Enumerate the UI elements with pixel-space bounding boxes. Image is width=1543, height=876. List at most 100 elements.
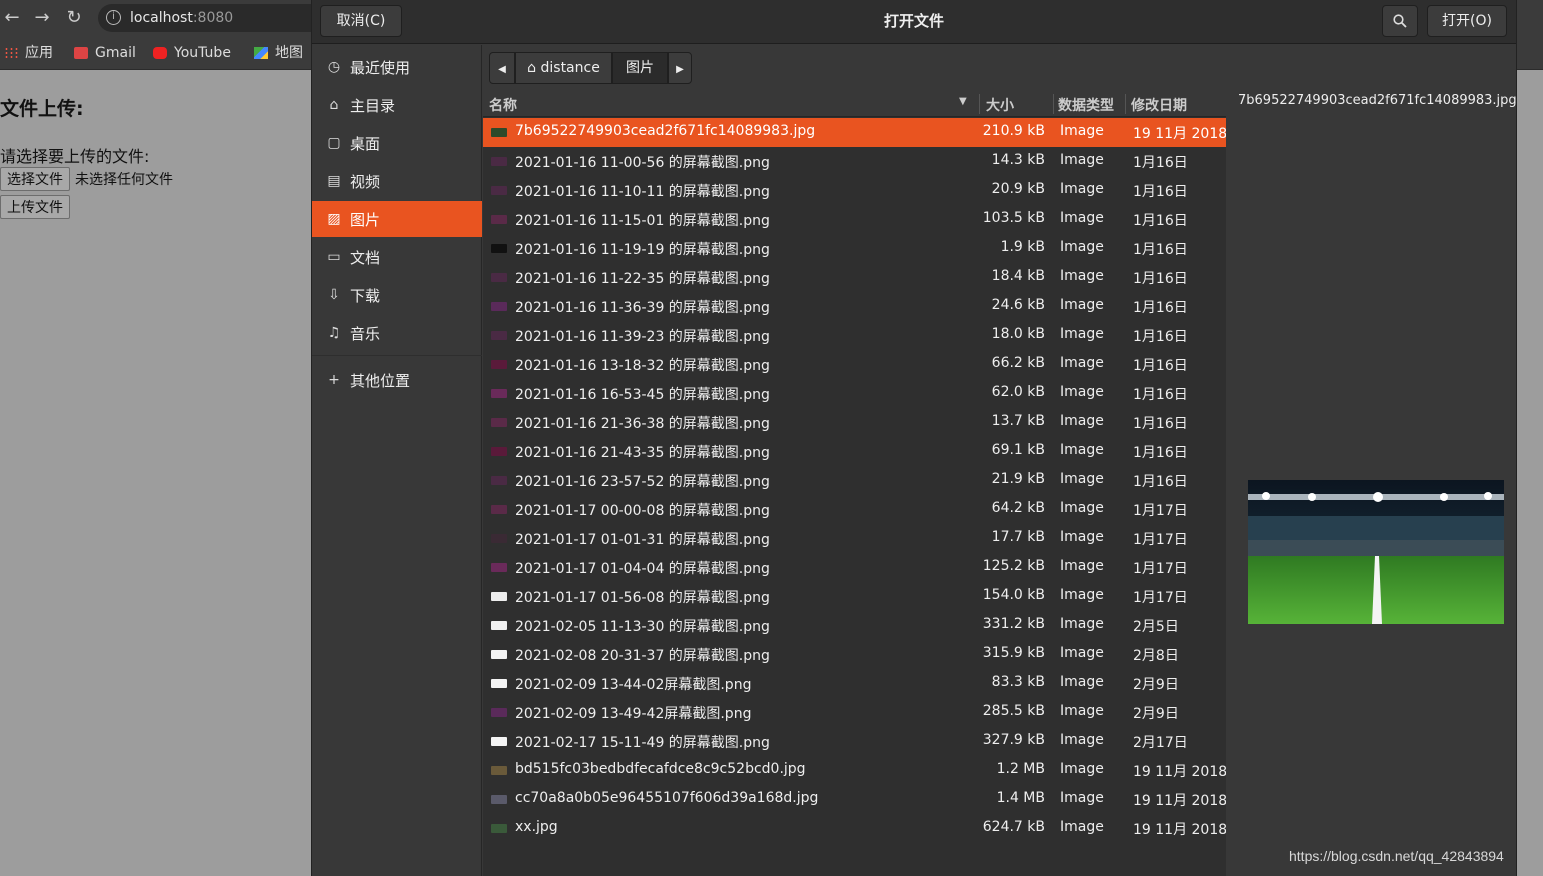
search-icon (1393, 14, 1407, 28)
file-name: 2021-02-05 11-13-30 的屏幕截图.png (515, 619, 770, 635)
bookmark-apps[interactable]: 应用 (4, 42, 53, 64)
file-row[interactable]: 2021-01-17 01-56-08 的屏幕截图.png 154.0 kB Ima… (483, 582, 1226, 611)
url-host: localhost (130, 10, 193, 26)
file-row[interactable]: 2021-02-05 11-13-30 的屏幕截图.png 331.2 kB Ima… (483, 611, 1226, 640)
column-size[interactable]: 大小 (986, 95, 1014, 115)
file-name: 7b69522749903cead2f671fc14089983.jpg (515, 123, 816, 139)
file-size: 1.9 kB (1000, 239, 1045, 255)
sidebar-item-desktop[interactable]: ▢ 桌面 (312, 125, 482, 161)
file-row[interactable]: bd515fc03bedbdfecafdce8c9c52bcd0.jpg 1.2 … (483, 756, 1227, 785)
reload-icon[interactable]: ↻ (62, 6, 86, 30)
file-modified: 2月9日 (1133, 706, 1179, 722)
sort-descending-icon[interactable]: ▼ (959, 96, 967, 107)
file-modified: 2月8日 (1133, 648, 1179, 664)
choose-file-button[interactable]: 选择文件 (0, 167, 70, 191)
file-modified: 1月16日 (1133, 213, 1188, 229)
sidebar-item-videos[interactable]: ▤ 视频 (312, 163, 482, 199)
file-modified: 1月17日 (1133, 503, 1188, 519)
file-row[interactable]: 2021-01-16 21-36-38 的屏幕截图.png 13.7 kB Imag… (483, 408, 1226, 437)
sidebar-item-recent[interactable]: ◷ 最近使用 (312, 49, 482, 85)
info-icon[interactable]: i (106, 10, 121, 25)
column-name[interactable]: 名称 (489, 95, 517, 115)
file-name: 2021-02-08 20-31-37 的屏幕截图.png (515, 648, 770, 664)
path-segment-current[interactable]: 图片 (612, 52, 668, 84)
file-row[interactable]: 2021-01-16 11-36-39 的屏幕截图.png 24.6 kB Imag… (483, 292, 1226, 321)
sidebar-item-other-locations[interactable]: + 其他位置 (312, 362, 482, 398)
file-row[interactable]: 2021-01-17 00-00-08 的屏幕截图.png 64.2 kB Imag… (483, 495, 1226, 524)
file-name: 2021-01-16 13-18-32 的屏幕截图.png (515, 358, 770, 374)
file-size: 62.0 kB (991, 384, 1045, 400)
file-size: 24.6 kB (991, 297, 1045, 313)
file-row[interactable]: 2021-02-09 13-44-02屏幕截图.png 83.3 kB Image 2… (483, 669, 1226, 698)
bookmark-gmail[interactable]: Gmail (74, 42, 136, 64)
sidebar-item-downloads[interactable]: ⇩ 下载 (312, 277, 482, 313)
file-row[interactable]: 2021-02-08 20-31-37 的屏幕截图.png 315.9 kB Ima… (483, 640, 1226, 669)
file-modified: 1月16日 (1133, 300, 1188, 316)
sidebar-item-pictures[interactable]: ▨ 图片 (312, 201, 482, 237)
column-divider[interactable] (979, 94, 980, 114)
file-row[interactable]: 2021-02-09 13-49-42屏幕截图.png 285.5 kB Image… (483, 698, 1226, 727)
file-type: Image (1060, 674, 1104, 690)
column-divider[interactable] (1125, 94, 1126, 114)
file-size: 1.2 MB (996, 761, 1045, 777)
file-type: Image (1060, 181, 1104, 197)
file-row[interactable]: 2021-01-16 13-18-32 的屏幕截图.png 66.2 kB Imag… (483, 350, 1226, 379)
file-row[interactable]: 2021-01-16 11-10-11 的屏幕截图.png 20.9 kB Imag… (483, 176, 1226, 205)
file-row[interactable]: 2021-01-16 11-00-56 的屏幕截图.png 14.3 kB Imag… (483, 147, 1226, 176)
file-size: 103.5 kB (982, 210, 1045, 226)
file-size: 285.5 kB (982, 703, 1045, 719)
forward-arrow-icon[interactable]: → (30, 6, 54, 30)
open-button[interactable]: 打开(O) (1427, 5, 1507, 37)
search-button[interactable] (1382, 5, 1418, 37)
path-scroll-right-button[interactable]: ▶ (668, 52, 692, 84)
file-thumbnail-icon (491, 360, 507, 369)
file-row[interactable]: 2021-01-16 11-22-35 的屏幕截图.png 18.4 kB Imag… (483, 263, 1226, 292)
bookmark-maps[interactable]: 地图 (254, 42, 303, 64)
cancel-button[interactable]: 取消(C) (320, 5, 402, 37)
file-size: 18.4 kB (991, 268, 1045, 284)
back-arrow-icon[interactable]: ← (0, 6, 24, 30)
file-type: Image (1060, 384, 1104, 400)
file-row[interactable]: 2021-01-17 01-04-04 的屏幕截图.png 125.2 kB Ima… (483, 553, 1226, 582)
file-type: Image (1060, 790, 1104, 806)
open-file-dialog: 打开文件 取消(C) 打开(O) ◷ 最近使用 ⌂ 主目录 ▢ 桌面 ▤ 视频 … (312, 0, 1517, 876)
bookmark-youtube[interactable]: YouTube (153, 42, 231, 64)
file-row[interactable]: 2021-02-17 15-11-49 的屏幕截图.png 327.9 kB Ima… (483, 727, 1226, 756)
path-scroll-left-button[interactable]: ◀ (489, 52, 515, 84)
file-row[interactable]: cc70a8a0b05e96455107f606d39a168d.jpg 1.4 … (483, 785, 1227, 814)
file-thumbnail-icon (491, 534, 507, 543)
file-row[interactable]: 2021-01-16 21-43-35 的屏幕截图.png 69.1 kB Imag… (483, 437, 1226, 466)
home-icon: ⌂ (527, 60, 537, 76)
file-thumbnail-icon (491, 708, 507, 717)
file-modified: 1月16日 (1133, 184, 1188, 200)
column-type[interactable]: 数据类型 (1058, 95, 1114, 115)
file-thumbnail-icon (491, 505, 507, 514)
sidebar-item-documents[interactable]: ▭ 文档 (312, 239, 482, 275)
file-modified: 1月17日 (1133, 561, 1188, 577)
column-divider[interactable] (1053, 94, 1054, 114)
file-row[interactable]: 2021-01-16 11-39-23 的屏幕截图.png 18.0 kB Imag… (483, 321, 1226, 350)
file-thumbnail-icon (491, 737, 507, 746)
path-segment-home[interactable]: ⌂ distance (515, 52, 612, 84)
file-row[interactable]: 2021-01-16 16-53-45 的屏幕截图.png 62.0 kB Imag… (483, 379, 1226, 408)
url-port: :8080 (192, 10, 234, 26)
file-name: 2021-02-17 15-11-49 的屏幕截图.png (515, 735, 770, 751)
file-row[interactable]: xx.jpg 624.7 kB Image 19 11月 2018 (483, 814, 1227, 843)
file-row[interactable]: 7b69522749903cead2f671fc14089983.jpg 210.… (483, 118, 1227, 147)
sidebar-item-home[interactable]: ⌂ 主目录 (312, 87, 482, 123)
sidebar-item-music[interactable]: ♫ 音乐 (312, 315, 482, 351)
file-row[interactable]: 2021-01-16 11-19-19 的屏幕截图.png 1.9 kB Image… (483, 234, 1226, 263)
file-size: 14.3 kB (991, 152, 1045, 168)
bookmark-label: YouTube (174, 45, 231, 61)
file-list[interactable]: 名称 ▼ 大小 数据类型 修改日期 7b69522749903cead2f671… (483, 91, 1227, 876)
file-size: 327.9 kB (982, 732, 1045, 748)
path-segment-label: 图片 (626, 60, 654, 76)
file-row[interactable]: 2021-01-16 23-57-52 的屏幕截图.png 21.9 kB Imag… (483, 466, 1226, 495)
upload-button[interactable]: 上传文件 (0, 195, 70, 219)
column-modified[interactable]: 修改日期 (1131, 95, 1187, 115)
bookmark-label: 应用 (25, 45, 53, 61)
file-row[interactable]: 2021-01-17 01-01-31 的屏幕截图.png 17.7 kB Imag… (483, 524, 1226, 553)
path-bar: ◀ ⌂ distance 图片 ▶ (489, 52, 692, 84)
file-row[interactable]: 2021-01-16 11-15-01 的屏幕截图.png 103.5 kB Ima… (483, 205, 1226, 234)
file-modified: 1月16日 (1133, 329, 1188, 345)
